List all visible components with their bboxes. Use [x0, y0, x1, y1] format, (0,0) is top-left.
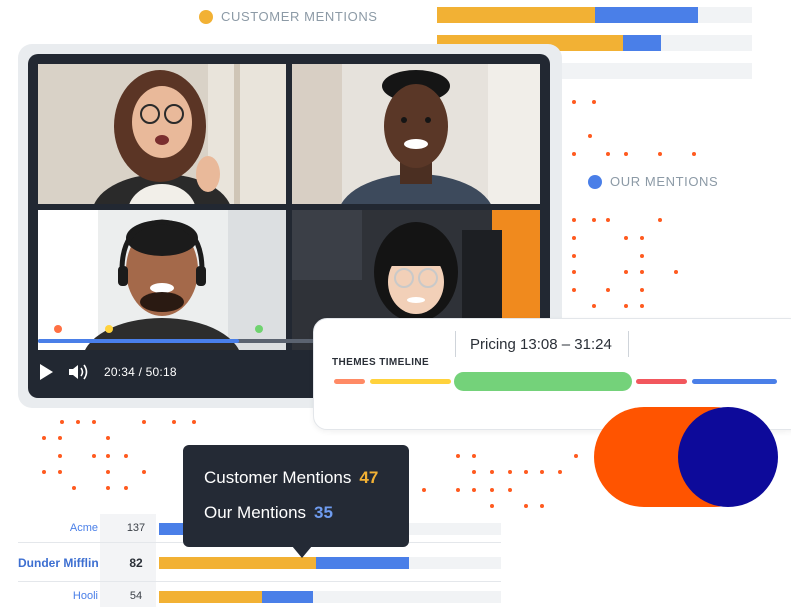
top-bar-ours-segment [622, 35, 661, 51]
legend-customer-dot [199, 9, 213, 24]
ranking-bar [159, 557, 501, 569]
ranking-bar-customer-segment [159, 591, 262, 603]
mentions-tooltip: Customer Mentions 47 Our Mentions 35 [183, 445, 409, 547]
timeline-marker[interactable] [105, 325, 113, 333]
range-divider [628, 331, 629, 357]
legend-ours-dot [588, 174, 602, 189]
marketing-illustration: CUSTOMER MENTIONS OUR MENTIONS 20:34 / 5… [0, 0, 791, 607]
selected-theme-name: Pricing [470, 336, 516, 353]
range-start: 13:08 [520, 336, 558, 353]
row-divider [18, 581, 501, 582]
video-progress-fill [38, 339, 239, 343]
legend-our-mentions: OUR MENTIONS [588, 174, 718, 189]
ranking-bar-ours-segment [261, 591, 313, 603]
time-current: 20:34 [104, 365, 136, 379]
participant-photo [292, 64, 540, 204]
volume-icon[interactable] [68, 363, 90, 381]
timeline-marker[interactable] [255, 325, 263, 333]
theme-segment[interactable] [692, 379, 777, 384]
play-icon[interactable] [38, 363, 54, 381]
tooltip-ours-row: Our Mentions 35 [204, 503, 333, 523]
participant-tile-woman-glasses[interactable] [38, 64, 286, 204]
selected-theme-range: Pricing 13:08 – 31:24 [470, 336, 612, 353]
range-divider [455, 331, 456, 357]
top-bar-customer-segment [437, 7, 595, 23]
tooltip-customer-label: Customer Mentions [204, 468, 352, 487]
participant-tile-man-headset[interactable] [38, 210, 286, 350]
video-time-readout: 20:34 / 50:18 [104, 365, 177, 379]
video-controls: 20:34 / 50:18 [38, 360, 177, 384]
ranking-row[interactable]: Dunder Mifflin 82 [18, 556, 501, 572]
legend-customer-label: CUSTOMER MENTIONS [221, 9, 378, 24]
company-name[interactable]: Acme [18, 522, 98, 534]
ranking-bar-ours-segment [316, 557, 409, 569]
mention-count: 137 [126, 522, 146, 534]
participant-photo [38, 64, 286, 204]
theme-segment[interactable] [334, 379, 365, 384]
mention-count: 54 [129, 590, 143, 602]
top-bar-ours-segment [594, 7, 699, 23]
themes-timeline-title: THEMES TIMELINE [332, 357, 430, 368]
tooltip-ours-value: 35 [314, 503, 333, 522]
theme-segment-selected[interactable] [454, 372, 632, 391]
legend-customer-mentions: CUSTOMER MENTIONS [199, 9, 378, 24]
navy-circle-shape [678, 407, 778, 507]
participant-photo [38, 210, 286, 350]
tooltip-caret [292, 546, 312, 558]
ranking-row[interactable]: Hooli 54 [18, 590, 501, 604]
time-total: 50:18 [145, 365, 177, 379]
range-separator: – [561, 336, 571, 353]
ranking-bar-customer-segment [159, 557, 317, 569]
tooltip-ours-label: Our Mentions [204, 503, 307, 522]
participant-tile-man-smiling[interactable] [292, 64, 540, 204]
tooltip-customer-row: Customer Mentions 47 [204, 468, 378, 488]
top-stacked-bar [437, 7, 752, 23]
ranking-bar [159, 591, 501, 603]
company-name[interactable]: Dunder Mifflin [18, 556, 99, 570]
timeline-marker[interactable] [54, 325, 62, 333]
tooltip-customer-value: 47 [359, 468, 379, 487]
range-end: 31:24 [574, 336, 612, 353]
theme-segment[interactable] [370, 379, 451, 384]
mention-count: 82 [129, 556, 143, 570]
company-name[interactable]: Hooli [18, 590, 98, 602]
legend-ours-label: OUR MENTIONS [610, 174, 719, 189]
theme-segment[interactable] [636, 379, 687, 384]
time-separator: / [138, 365, 143, 379]
